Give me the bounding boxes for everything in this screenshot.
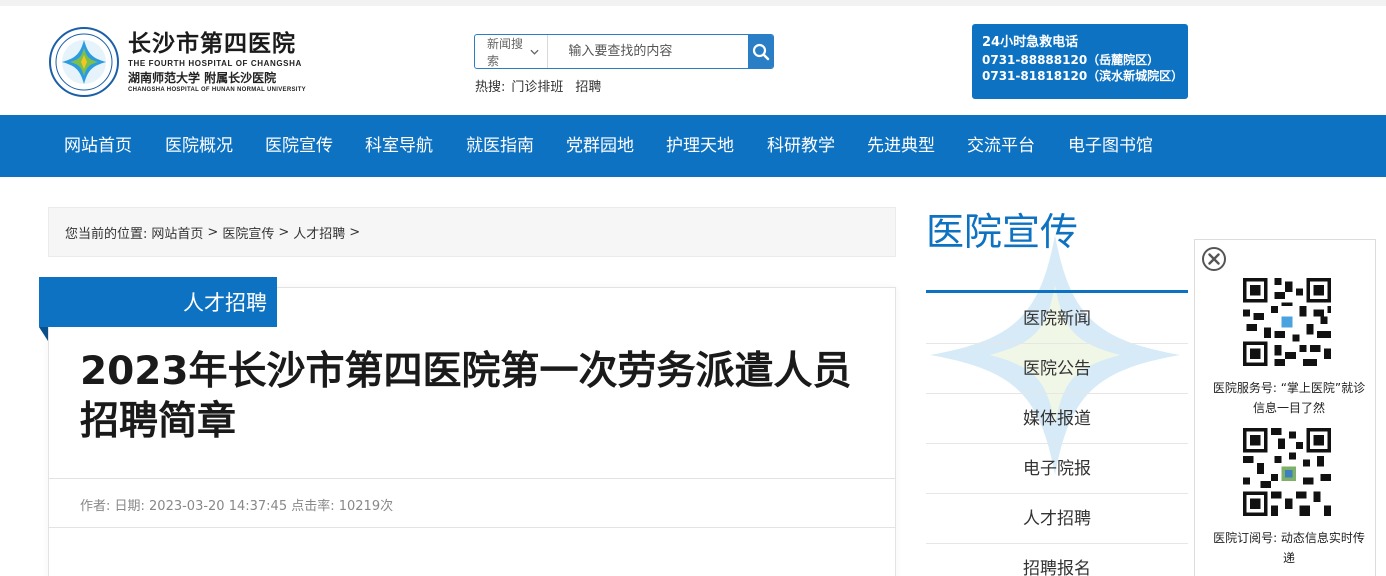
qr-code-service-icon — [1243, 278, 1331, 366]
logo-affiliation-cn: 湖南师范大学 附属长沙医院 — [128, 70, 277, 85]
article-title: 2023年长沙市第四医院第一次劳务派遣人员招聘简章 — [80, 349, 852, 444]
logo-name-en: THE FOURTH HOSPITAL OF CHANGSHA — [128, 58, 302, 68]
hot-link-schedule[interactable]: 门诊排班 — [511, 76, 563, 95]
hot-link-recruit[interactable]: 招聘 — [575, 76, 601, 95]
sidebar-item-notice[interactable]: 医院公告 — [926, 344, 1188, 394]
divider — [49, 478, 895, 479]
search-button[interactable] — [748, 35, 773, 68]
qr-code-panel: 医院服务号: “掌上医院”就诊信息一目了然 医院订阅号: 动态信息实时传递 — [1194, 239, 1376, 576]
chevron-down-icon — [530, 49, 539, 55]
logo-affiliation-en: CHANGSHA HOSPITAL OF HUNAN NORMAL UNIVER… — [128, 86, 306, 93]
breadcrumb-separator: > — [207, 224, 219, 240]
nav-item-departments[interactable]: 科室导航 — [365, 115, 433, 177]
search-icon — [752, 43, 769, 60]
nav-item-home[interactable]: 网站首页 — [64, 115, 132, 177]
breadcrumb-link-recruit[interactable]: 人才招聘 — [293, 223, 345, 242]
sidebar-item-registration[interactable]: 招聘报名 — [926, 544, 1188, 576]
main-nav: 网站首页 医院概况 医院宣传 科室导航 就医指南 党群园地 护理天地 科研教学 … — [0, 115, 1386, 177]
emergency-line: 0731-88888120（岳麓院区） — [982, 53, 1160, 67]
sidebar-item-epaper[interactable]: 电子院报 — [926, 444, 1188, 494]
site-logo[interactable]: 长沙市第四医院 THE FOURTH HOSPITAL OF CHANGSHA … — [48, 26, 306, 98]
logo-name-cn: 长沙市第四医院 — [128, 30, 296, 57]
hot-search-label: 热搜: — [475, 80, 506, 95]
breadcrumb-link-home[interactable]: 网站首页 — [151, 223, 203, 242]
breadcrumb: 您当前的位置: 网站首页 > 医院宣传 > 人才招聘 > — [48, 207, 896, 257]
qr-service-caption: 医院服务号: “掌上医院”就诊信息一目了然 — [1212, 381, 1366, 415]
hot-search: 热搜: 门诊排班 招聘 — [475, 76, 607, 95]
category-ribbon: 人才招聘 — [39, 277, 277, 327]
ribbon-fold — [39, 327, 48, 341]
sidebar-item-recruit[interactable]: 人才招聘 — [926, 494, 1188, 544]
nav-item-publicity[interactable]: 医院宣传 — [265, 115, 333, 177]
divider — [49, 527, 895, 528]
nav-item-research[interactable]: 科研教学 — [767, 115, 835, 177]
breadcrumb-separator: > — [349, 224, 361, 240]
emergency-hotline-box: 24小时急救电话 0731-88888120（岳麓院区） 0731-818181… — [972, 24, 1188, 99]
emergency-line: 0731-81818120（滨水新城院区） — [982, 69, 1184, 83]
nav-item-models[interactable]: 先进典型 — [867, 115, 935, 177]
nav-item-party[interactable]: 党群园地 — [566, 115, 634, 177]
hospital-emblem-icon — [49, 27, 119, 97]
nav-item-overview[interactable]: 医院概况 — [165, 115, 233, 177]
breadcrumb-link-publicity[interactable]: 医院宣传 — [222, 223, 274, 242]
article-meta: 作者: 日期: 2023-03-20 14:37:45 点击率: 10219次 — [80, 499, 394, 514]
breadcrumb-prefix: 您当前的位置: — [65, 226, 148, 242]
search-type-select[interactable]: 新闻搜索 — [475, 35, 549, 68]
sidebar-item-media[interactable]: 媒体报道 — [926, 394, 1188, 444]
nav-item-guide[interactable]: 就医指南 — [466, 115, 534, 177]
nav-item-nursing[interactable]: 护理天地 — [666, 115, 734, 177]
search-input[interactable] — [548, 35, 749, 68]
search-bar: 新闻搜索 — [474, 34, 774, 69]
breadcrumb-separator: > — [278, 224, 290, 240]
site-header: 长沙市第四医院 THE FOURTH HOSPITAL OF CHANGSHA … — [0, 6, 1386, 115]
qr-code-subscription-icon — [1243, 428, 1331, 516]
emergency-title: 24小时急救电话 — [982, 35, 1079, 50]
sidebar-rule — [926, 290, 1188, 293]
nav-item-exchange[interactable]: 交流平台 — [967, 115, 1035, 177]
qr-subscription-caption: 医院订阅号: 动态信息实时传递 — [1213, 531, 1365, 565]
close-icon[interactable] — [1201, 246, 1227, 272]
search-type-value: 新闻搜索 — [487, 36, 524, 68]
nav-item-library[interactable]: 电子图书馆 — [1068, 115, 1153, 177]
sidebar-item-news[interactable]: 医院新闻 — [926, 294, 1188, 344]
